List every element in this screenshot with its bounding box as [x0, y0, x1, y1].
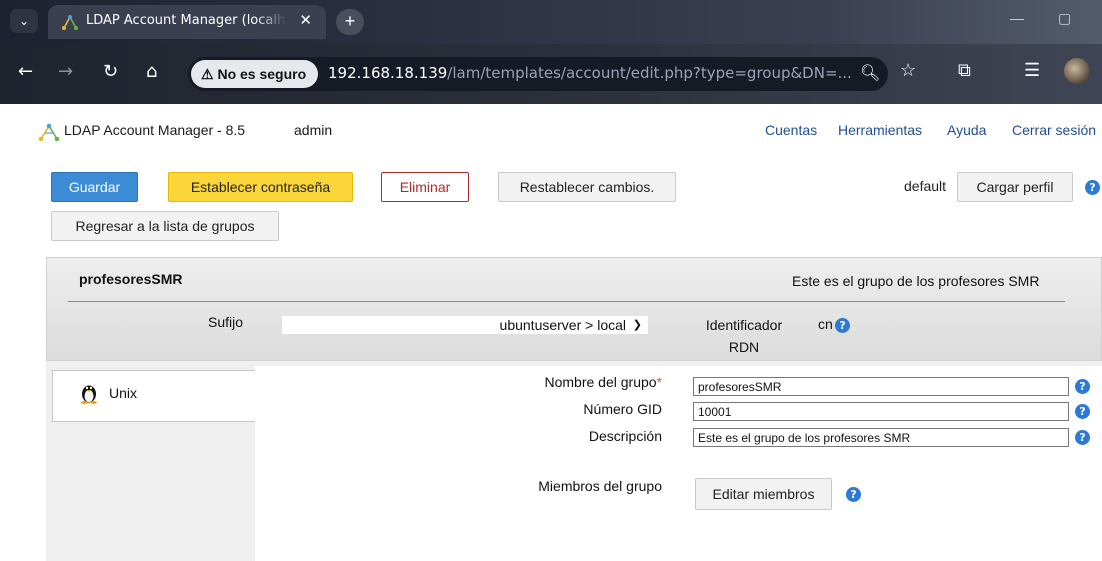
account-name: profesoresSMR: [79, 271, 183, 287]
suffix-select[interactable]: ubuntuserver > local ❯: [282, 316, 648, 334]
tab-search-button[interactable]: ⌄: [10, 9, 38, 33]
security-chip[interactable]: ⚠ No es seguro: [191, 60, 319, 88]
new-tab-button[interactable]: +: [336, 9, 364, 35]
header-divider: [68, 301, 1065, 302]
set-password-button[interactable]: Establecer contraseña: [168, 172, 353, 202]
lam-favicon-icon: [62, 15, 78, 30]
module-label-unix: Unix: [109, 385, 138, 401]
address-bar[interactable]: ⚠ No es seguro 192.168.18.139/lam/templa…: [188, 57, 888, 91]
suffix-value: ubuntuserver > local: [499, 317, 626, 333]
gid-input[interactable]: [693, 402, 1069, 421]
profile-avatar[interactable]: [1064, 58, 1090, 84]
tux-penguin-icon: [81, 385, 97, 404]
delete-button[interactable]: Eliminar: [381, 172, 469, 202]
nav-tools[interactable]: Herramientas: [838, 122, 922, 138]
edit-members-button[interactable]: Editar miembros: [695, 478, 832, 510]
tab-close-icon[interactable]: ✕: [299, 11, 312, 29]
browser-tab[interactable]: LDAP Account Manager (localhost) ✕: [48, 5, 326, 39]
current-user: admin: [294, 122, 333, 138]
group-name-label: Nombre del grupo*: [544, 374, 662, 390]
bookmark-star-icon[interactable]: ☆: [900, 60, 916, 81]
required-mark: *: [656, 374, 662, 390]
maximize-icon[interactable]: ▢: [1058, 10, 1071, 27]
members-label: Miembros del grupo: [538, 478, 662, 494]
chevron-down-icon: ❯: [632, 319, 642, 331]
nav-logout[interactable]: Cerrar sesión: [1012, 122, 1096, 138]
browser-toolbar: ← → ↻ ⌂ ⚠ No es seguro 192.168.18.139/la…: [0, 44, 1102, 104]
gid-label: Número GID: [583, 401, 662, 417]
rdn-help-icon[interactable]: ?: [835, 318, 850, 333]
gid-help-icon[interactable]: ?: [1075, 404, 1090, 419]
rdn-select[interactable]: cn: [818, 316, 833, 332]
app-title[interactable]: LDAP Account Manager - 8.5: [64, 122, 245, 138]
description-label: Descripción: [588, 428, 662, 444]
warning-icon: ⚠: [201, 66, 214, 82]
description-help-icon[interactable]: ?: [1075, 430, 1090, 445]
rdn-label: Identificador RDN: [705, 317, 783, 355]
security-label: No es seguro: [217, 66, 307, 82]
members-help-icon[interactable]: ?: [846, 487, 861, 502]
profile-select[interactable]: default: [904, 178, 946, 194]
back-arrow-icon[interactable]: ←: [18, 61, 33, 82]
forward-arrow-icon[interactable]: →: [58, 61, 73, 82]
load-profile-button[interactable]: Cargar perfil: [957, 172, 1073, 202]
nav-accounts[interactable]: Cuentas: [765, 122, 817, 138]
extensions-icon[interactable]: ⧉: [958, 60, 971, 81]
minimize-icon[interactable]: —: [1010, 10, 1024, 26]
suffix-label: Sufijo: [208, 314, 244, 330]
url-text[interactable]: 192.168.18.139/lam/templates/account/edi…: [328, 64, 852, 82]
reading-list-icon[interactable]: ☰: [1024, 60, 1040, 81]
group-name-help-icon[interactable]: ?: [1075, 379, 1090, 394]
nav-help[interactable]: Ayuda: [947, 122, 986, 138]
reset-changes-button[interactable]: Restablecer cambios.: [498, 172, 676, 202]
profile-help-icon[interactable]: ?: [1085, 180, 1100, 195]
reload-icon[interactable]: ↻: [103, 61, 118, 82]
lam-logo-icon: [38, 123, 60, 142]
home-icon[interactable]: ⌂: [146, 61, 157, 82]
account-description: Este es el grupo de los profesores SMR: [792, 273, 1040, 289]
group-name-input[interactable]: [693, 377, 1069, 396]
tab-title: LDAP Account Manager (localhost): [86, 13, 286, 28]
save-button[interactable]: Guardar: [51, 172, 138, 202]
description-input[interactable]: [693, 428, 1069, 447]
zoom-icon[interactable]: 🔍︎: [860, 63, 880, 83]
browser-tab-strip: ⌄ LDAP Account Manager (localhost) ✕ + —…: [0, 0, 1102, 44]
back-to-group-list-button[interactable]: Regresar a la lista de grupos: [51, 211, 279, 241]
